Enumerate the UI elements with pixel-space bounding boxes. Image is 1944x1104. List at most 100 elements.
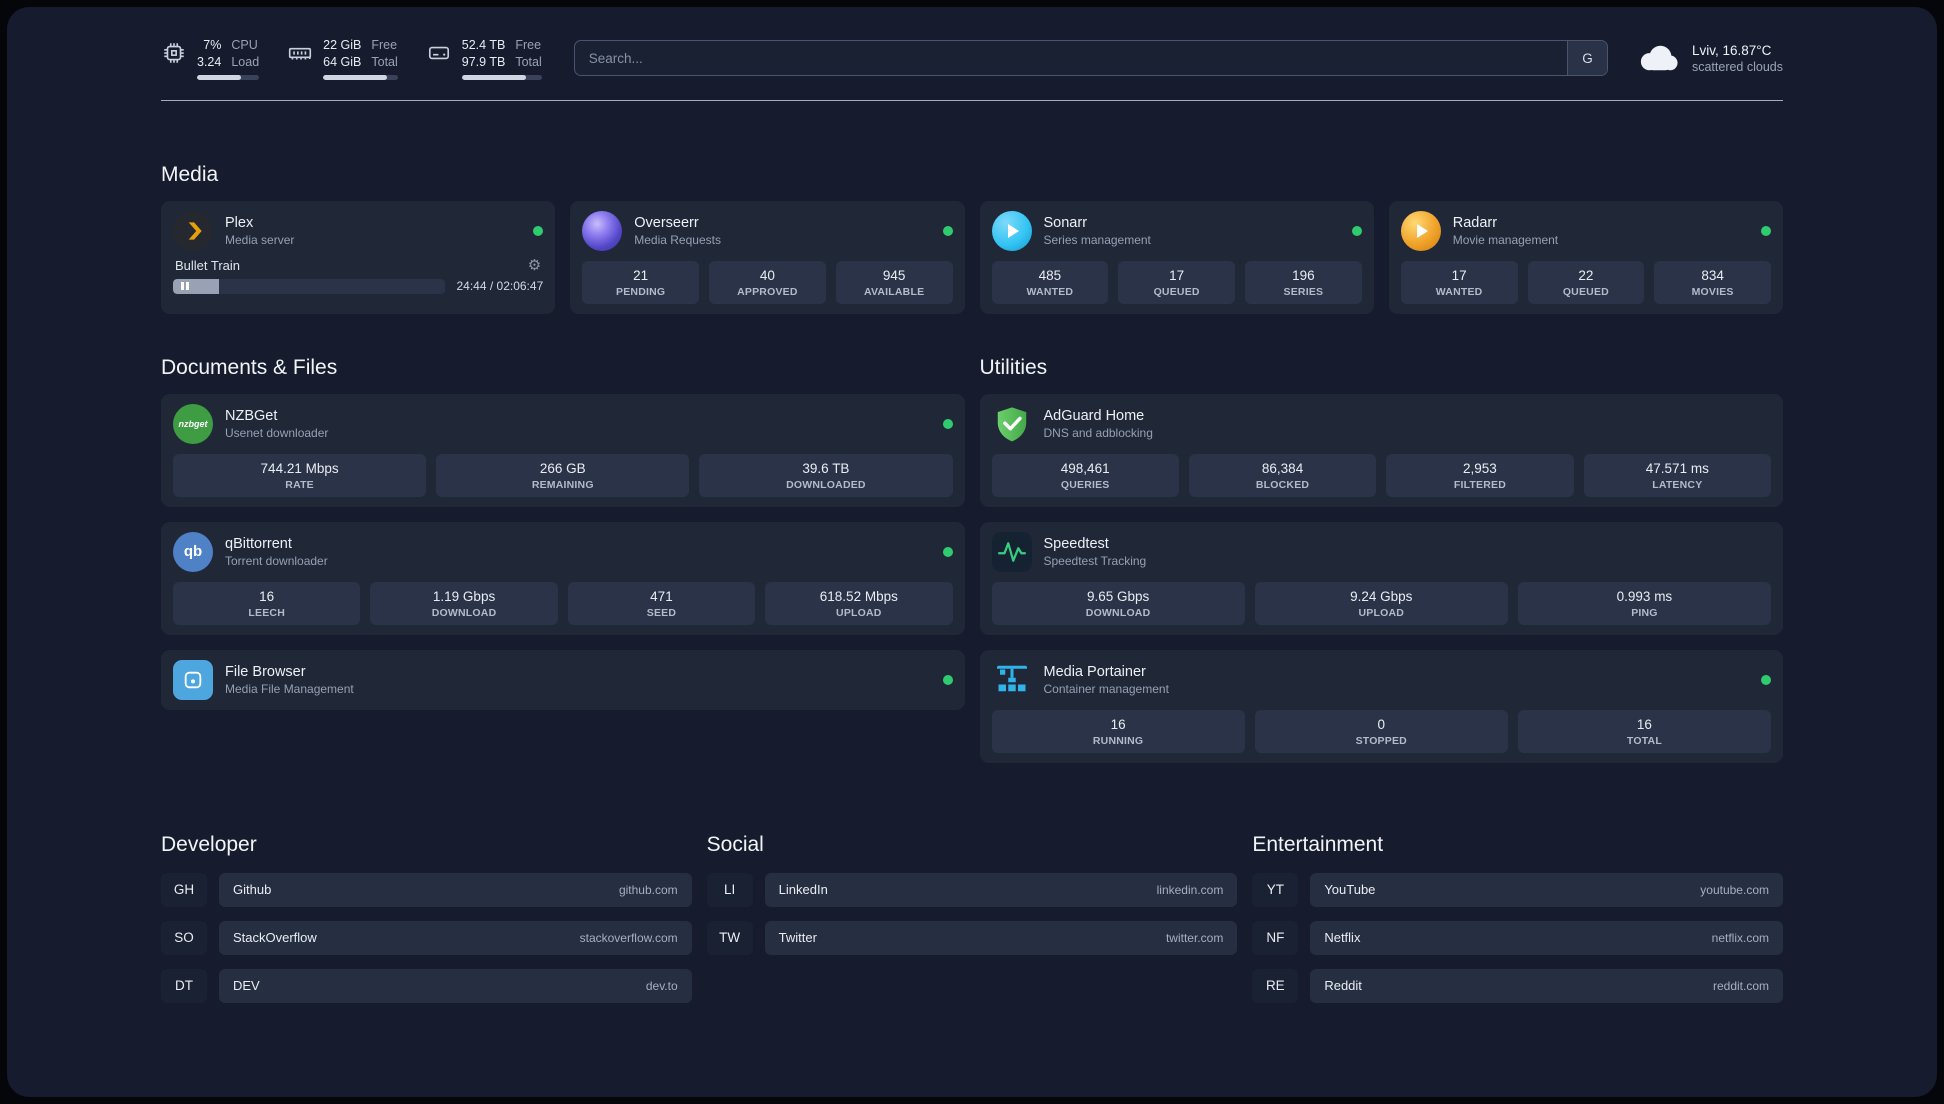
- search-provider-button[interactable]: G: [1566, 41, 1607, 76]
- section-developer: Developer GH Github github.com SO StackO…: [161, 833, 692, 1003]
- bookmark-abbr: SO: [161, 920, 207, 955]
- disk-total-label: Total: [515, 54, 542, 69]
- disk-free-label: Free: [515, 38, 542, 52]
- disk-icon: [426, 40, 452, 66]
- bookmark-netflix[interactable]: NF Netflix netflix.com: [1252, 920, 1783, 955]
- search-input[interactable]: [574, 41, 1567, 76]
- app-name: qBittorrent: [225, 535, 292, 552]
- stat-tile: 17 QUEUED: [1118, 260, 1235, 304]
- app-name: File Browser: [225, 663, 306, 680]
- stat-tile: 498,461 QUERIES: [991, 453, 1179, 497]
- bookmark-youtube[interactable]: YT YouTube youtube.com: [1252, 872, 1783, 907]
- dashboard-root: 7% 3.24 CPU Load 22 GiB 64 GiB Free Tota…: [7, 7, 1937, 1097]
- bookmark-name: YouTube: [1324, 882, 1376, 898]
- status-dot: [1351, 225, 1362, 236]
- stat-tile: 2,953 FILTERED: [1386, 453, 1574, 497]
- bookmark-abbr: TW: [706, 920, 753, 955]
- disk-bar-fill: [461, 74, 526, 80]
- app-card-speedtest[interactable]: Speedtest Speedtest Tracking 9.65 Gbps D…: [979, 521, 1783, 635]
- bookmark-abbr: LI: [706, 872, 753, 907]
- bookmark-linkedin[interactable]: LI LinkedIn linkedin.com: [706, 872, 1238, 907]
- plex-icon: [173, 210, 213, 251]
- now-playing-title: Bullet Train: [175, 257, 241, 273]
- memory-widget: 22 GiB 64 GiB Free Total: [287, 37, 398, 80]
- bookmark-github[interactable]: GH Github github.com: [161, 872, 692, 907]
- bookmark-name: DEV: [233, 978, 260, 994]
- bookmark-stackoverflow[interactable]: SO StackOverflow stackoverflow.com: [161, 920, 692, 955]
- bookmark-twitter[interactable]: TW Twitter twitter.com: [706, 920, 1238, 955]
- stat-tile: 47.571 ms LATENCY: [1583, 453, 1771, 497]
- status-dot: [942, 225, 953, 236]
- app-name: Sonarr: [1043, 214, 1088, 231]
- app-subtitle: Media Requests: [634, 232, 721, 247]
- bookmark-name: Netflix: [1324, 930, 1361, 946]
- memory-total: 64 GiB: [323, 54, 362, 69]
- bookmark-abbr: RE: [1252, 968, 1299, 1003]
- app-card-radarr[interactable]: Radarr Movie management 17 WANTED 22 QUE…: [1388, 200, 1783, 314]
- cpu-load-label: Load: [231, 54, 260, 69]
- cpu-label: CPU: [231, 38, 258, 52]
- app-name: Overseerr: [634, 214, 699, 231]
- app-subtitle: Media File Management: [225, 681, 354, 696]
- developer-section-title: Developer: [161, 832, 257, 856]
- stat-tile: 22 QUEUED: [1527, 260, 1645, 304]
- speedtest-icon: [991, 531, 1032, 572]
- app-card-nzbget[interactable]: nzbget NZBGet Usenet downloader 744.21 M…: [161, 393, 965, 507]
- disk-free: 52.4 TB: [461, 38, 506, 52]
- qbittorrent-icon: qb: [173, 531, 213, 572]
- playback-time: 24:44 / 02:06:47: [456, 279, 544, 294]
- playback-progress-bar[interactable]: [173, 278, 445, 294]
- cpu-bar: [197, 74, 260, 80]
- stat-tile: 21 PENDING: [582, 260, 699, 304]
- app-card-portainer[interactable]: Media Portainer Container management 16 …: [979, 649, 1783, 763]
- app-card-qbittorrent[interactable]: qb qBittorrent Torrent downloader 16 LEE…: [161, 521, 965, 635]
- stat-tile: 17 WANTED: [1400, 260, 1518, 304]
- bookmark-url: netflix.com: [1711, 930, 1769, 945]
- gear-icon[interactable]: ⚙: [528, 258, 541, 273]
- pause-icon[interactable]: [181, 282, 189, 291]
- status-dot: [942, 418, 953, 429]
- app-name: Speedtest: [1043, 535, 1109, 552]
- social-section-title: Social: [706, 832, 764, 856]
- bookmark-url: stackoverflow.com: [579, 930, 678, 945]
- app-card-sonarr[interactable]: Sonarr Series management 485 WANTED 17 Q…: [979, 200, 1374, 314]
- app-card-overseerr[interactable]: Overseerr Media Requests 21 PENDING 40 A…: [570, 200, 965, 314]
- bookmark-url: github.com: [618, 882, 678, 897]
- app-subtitle: Usenet downloader: [225, 425, 329, 440]
- app-subtitle: Series management: [1043, 232, 1151, 247]
- cpu-icon: [161, 40, 187, 66]
- section-entertainment: Entertainment YT YouTube youtube.com NF: [1252, 833, 1783, 1003]
- bookmark-name: Reddit: [1324, 978, 1362, 994]
- bookmark-abbr: DT: [161, 968, 207, 1003]
- app-card-filebrowser[interactable]: File Browser Media File Management: [161, 649, 965, 710]
- app-name: AdGuard Home: [1043, 407, 1145, 424]
- disk-widget: 52.4 TB 97.9 TB Free Total: [426, 37, 542, 80]
- utilities-section-title: Utilities: [979, 355, 1048, 379]
- app-card-adguard[interactable]: AdGuard Home DNS and adblocking 498,461 …: [979, 393, 1783, 507]
- bookmark-name: Github: [233, 882, 272, 898]
- stat-tile: 471 SEED: [567, 581, 756, 625]
- bookmark-name: Twitter: [778, 930, 817, 946]
- stat-tile: 0.993 ms PING: [1517, 581, 1772, 625]
- stat-tile: 86,384 BLOCKED: [1188, 453, 1377, 497]
- bookmark-dev[interactable]: DT DEV dev.to: [161, 968, 692, 1003]
- search-bar[interactable]: G: [573, 40, 1608, 77]
- bookmark-url: reddit.com: [1712, 978, 1769, 993]
- radarr-icon: [1400, 210, 1441, 251]
- cpu-widget: 7% 3.24 CPU Load: [161, 37, 260, 80]
- app-name: Radarr: [1452, 214, 1498, 231]
- stat-tile: 744.21 Mbps RATE: [173, 453, 427, 497]
- stat-tile: 16 RUNNING: [991, 709, 1245, 753]
- stat-tile: 9.24 Gbps UPLOAD: [1254, 581, 1508, 625]
- app-name: Media Portainer: [1043, 663, 1146, 680]
- app-card-plex[interactable]: Plex Media server Bullet Train ⚙ 24:44 /…: [161, 200, 556, 314]
- documents-section-title: Documents & Files: [161, 355, 338, 379]
- adguard-icon: [992, 404, 1032, 444]
- entertainment-section-title: Entertainment: [1252, 832, 1384, 856]
- bookmark-url: dev.to: [645, 978, 678, 993]
- app-subtitle: Torrent downloader: [225, 553, 328, 568]
- bookmark-name: StackOverflow: [233, 930, 317, 946]
- bookmark-url: linkedin.com: [1156, 882, 1224, 897]
- bookmark-reddit[interactable]: RE Reddit reddit.com: [1252, 968, 1783, 1003]
- stat-tile: 16 LEECH: [173, 581, 361, 625]
